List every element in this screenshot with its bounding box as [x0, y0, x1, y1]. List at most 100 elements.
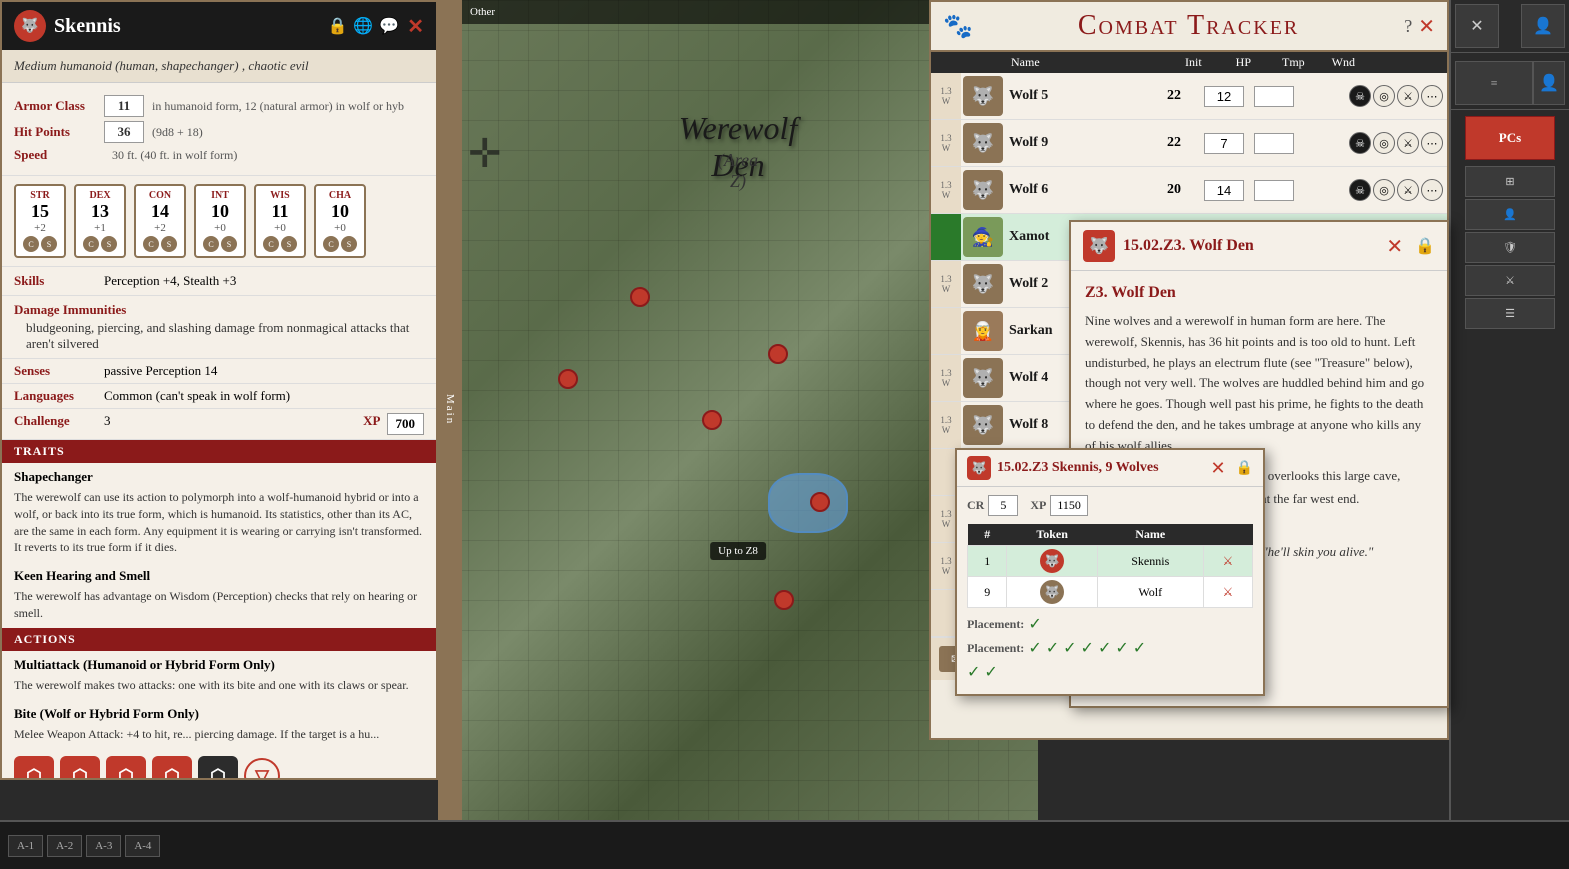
sidebar-btn-x[interactable]: ✕ [1455, 4, 1499, 48]
more-wolf5[interactable]: ⋯ [1421, 85, 1443, 107]
bottom-cell-a3[interactable]: A-3 [86, 835, 121, 857]
map-token-2[interactable] [630, 287, 650, 307]
sword-wolf6[interactable]: ⚔ [1397, 179, 1419, 201]
more-wolf9[interactable]: ⋯ [1421, 132, 1443, 154]
placement-check-w9: ✓ [984, 662, 997, 682]
wis-btn-c[interactable]: C [263, 236, 279, 252]
row-hp-wolf9[interactable] [1199, 133, 1249, 154]
help-icon[interactable]: ? [1404, 16, 1412, 37]
token-wolf2[interactable]: 🐺 [963, 264, 1003, 304]
dex-label: DEX [89, 190, 110, 201]
sidebar-btn-menu[interactable]: ≡ [1455, 61, 1533, 105]
encounter-lock[interactable]: 🔒 [1236, 460, 1253, 477]
bottom-cell-a4[interactable]: A-4 [125, 835, 160, 857]
sidebar-nav-1[interactable]: ⊞ [1465, 166, 1555, 197]
cha-btn-c[interactable]: C [323, 236, 339, 252]
token-wolf9[interactable]: 🐺 [963, 123, 1003, 163]
char-close-button[interactable]: ✕ [407, 14, 424, 39]
dice-row: ⬡ ⬡ ⬡ ⬡ ⬡ ▽ [2, 748, 436, 780]
dex-btn-s[interactable]: S [101, 236, 117, 252]
right-sidebar: ✕ 👤 ≡ 👤 PCs ⊞ 👤 🛡 ⚔ ☰ [1449, 0, 1569, 869]
str-btn-s[interactable]: S [41, 236, 57, 252]
token-xamot[interactable]: 🧙 [963, 217, 1003, 257]
map-token-1[interactable] [558, 369, 578, 389]
row-tmp-wolf6[interactable] [1249, 180, 1299, 201]
skull-wolf5[interactable]: ☠ [1349, 85, 1371, 107]
token-wolf4[interactable]: 🐺 [963, 358, 1003, 398]
dex-btn-c[interactable]: C [83, 236, 99, 252]
map-token-5[interactable] [810, 492, 830, 512]
token-wolf8[interactable]: 🐺 [963, 405, 1003, 445]
skull-wolf9[interactable]: ☠ [1349, 132, 1371, 154]
ability-dex: DEX 13 +1 CS [74, 184, 126, 258]
row-tmp-wolf5[interactable] [1249, 86, 1299, 107]
die-d20-2[interactable]: ⬡ [60, 756, 100, 780]
wolf-den-lock[interactable]: 🔒 [1415, 236, 1435, 256]
token-wolf5[interactable]: 🐺 [963, 76, 1003, 116]
die-outline[interactable]: ▽ [244, 758, 280, 780]
enc-action-skennis[interactable]: ⚔ [1203, 546, 1252, 577]
char-avatar: 🐺 [14, 10, 46, 42]
die-d6[interactable]: ⬡ [198, 756, 238, 780]
target-wolf5[interactable]: ◎ [1373, 85, 1395, 107]
die-d20-1[interactable]: ⬡ [14, 756, 54, 780]
sword-wolf5[interactable]: ⚔ [1397, 85, 1419, 107]
combat-close-btn[interactable]: ✕ [1418, 14, 1435, 39]
enc-action-wolf[interactable]: ⚔ [1203, 577, 1252, 608]
tmp-input-wolf5[interactable] [1254, 86, 1294, 107]
sidebar-nav-2[interactable]: 👤 [1465, 199, 1555, 230]
die-d8[interactable]: ⬡ [152, 756, 192, 780]
token-sarkan[interactable]: 🧝 [963, 311, 1003, 351]
int-btn-c[interactable]: C [203, 236, 219, 252]
row-tmp-wolf9[interactable] [1249, 133, 1299, 154]
more-wolf6[interactable]: ⋯ [1421, 179, 1443, 201]
tmp-input-wolf6[interactable] [1254, 180, 1294, 201]
str-btn-c[interactable]: C [23, 236, 39, 252]
trait-shapechanger-name: Shapechanger [2, 463, 436, 487]
xp-value: 700 [387, 413, 425, 435]
die-d20-3[interactable]: ⬡ [106, 756, 146, 780]
wolf-den-close[interactable]: ✕ [1386, 234, 1403, 259]
globe-icon[interactable]: 🌐 [353, 16, 373, 36]
target-wolf6[interactable]: ◎ [1373, 179, 1395, 201]
sidebar-nav-3[interactable]: 🛡 [1465, 232, 1555, 263]
senses-row: Senses passive Perception 14 [2, 359, 436, 384]
hp-input-wolf9[interactable] [1204, 133, 1244, 154]
cha-btn-s[interactable]: S [341, 236, 357, 252]
int-btn-s[interactable]: S [221, 236, 237, 252]
map-nav-main[interactable]: Main [438, 0, 462, 820]
row-hp-wolf5[interactable] [1199, 86, 1249, 107]
row-name-wolf6: Wolf 6 [1005, 182, 1149, 198]
token-wolf6[interactable]: 🐺 [963, 170, 1003, 210]
map-nav-other[interactable]: Other [470, 6, 495, 18]
enc-token-wolf[interactable]: 🐺 [1007, 577, 1097, 608]
pcs-button[interactable]: PCs [1465, 116, 1555, 160]
action-bite-text: Melee Weapon Attack: +4 to hit, re... pi… [2, 724, 436, 749]
con-btn-s[interactable]: S [161, 236, 177, 252]
sidebar-btn-user2[interactable]: 👤 [1533, 61, 1565, 105]
sidebar-nav-4[interactable]: ⚔ [1465, 265, 1555, 296]
sword-wolf9[interactable]: ⚔ [1397, 132, 1419, 154]
map-label-up: Up to Z8 [710, 542, 766, 560]
map-token-3[interactable] [702, 410, 722, 430]
bottom-cell-a1[interactable]: A-1 [8, 835, 43, 857]
enc-token-skennis[interactable]: 🐺 [1007, 546, 1097, 577]
chat-icon[interactable]: 💬 [379, 16, 399, 36]
placement-check-w6: ✓ [1115, 638, 1128, 658]
con-btn-c[interactable]: C [143, 236, 159, 252]
lock-icon[interactable]: 🔒 [327, 16, 347, 36]
skull-wolf6[interactable]: ☠ [1349, 179, 1371, 201]
tmp-input-wolf9[interactable] [1254, 133, 1294, 154]
target-wolf9[interactable]: ◎ [1373, 132, 1395, 154]
hp-input-wolf6[interactable] [1204, 180, 1244, 201]
bottom-cell-a2[interactable]: A-2 [47, 835, 82, 857]
row-hp-wolf6[interactable] [1199, 180, 1249, 201]
xp-label: XP [363, 413, 380, 435]
encounter-close[interactable]: ✕ [1210, 458, 1225, 479]
hp-input-wolf5[interactable] [1204, 86, 1244, 107]
xp-enc-value: 1150 [1050, 495, 1088, 516]
wis-btn-s[interactable]: S [281, 236, 297, 252]
sidebar-nav-5[interactable]: ☰ [1465, 298, 1555, 329]
ac-desc: in humanoid form, 12 (natural armor) in … [152, 99, 404, 114]
sidebar-btn-person[interactable]: 👤 [1521, 4, 1565, 48]
